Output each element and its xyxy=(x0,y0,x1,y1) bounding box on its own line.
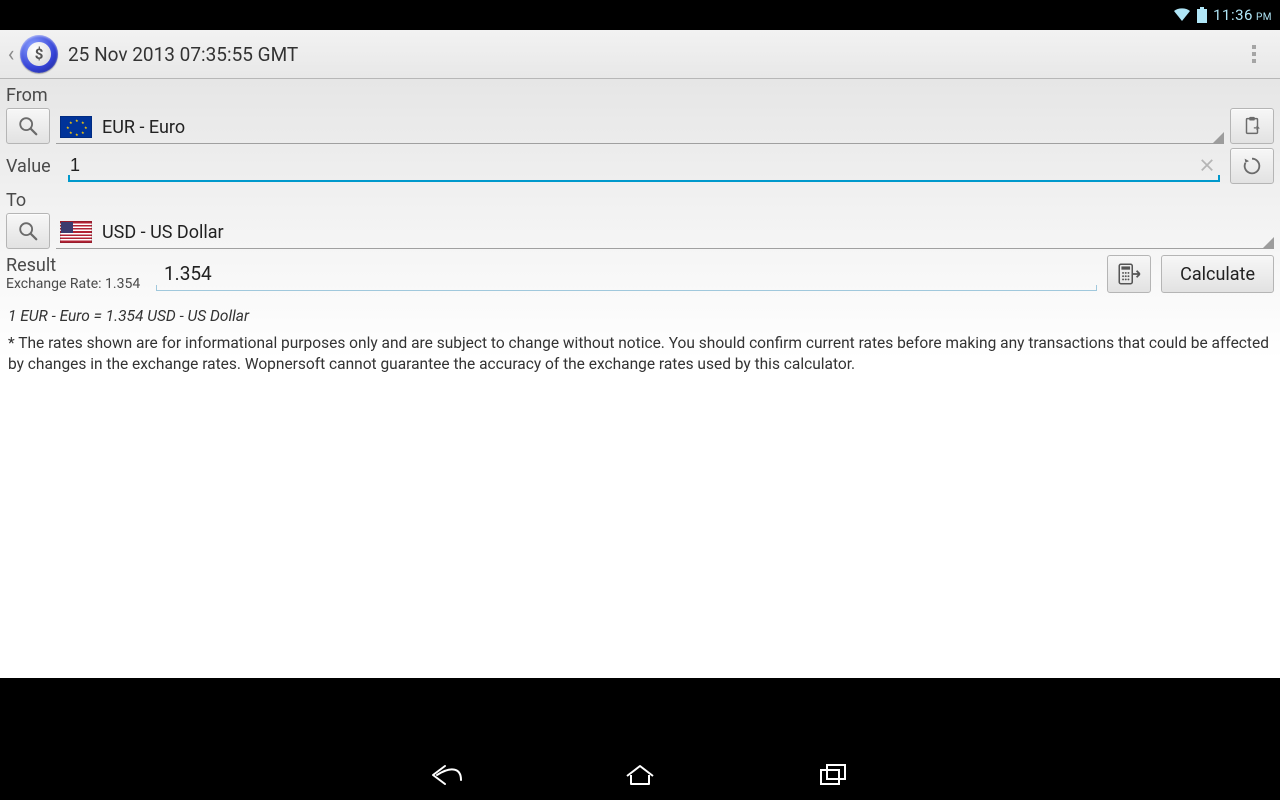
to-currency-spinner[interactable]: USD - US Dollar xyxy=(56,213,1274,249)
copy-button[interactable] xyxy=(1230,108,1274,144)
action-bar: ‹ $ 25 Nov 2013 07:35:55 GMT xyxy=(0,30,1280,79)
app-icon[interactable]: $ xyxy=(20,35,58,73)
calculate-button[interactable]: Calculate xyxy=(1161,255,1274,293)
status-time-value: 11:36 xyxy=(1213,6,1253,24)
search-icon xyxy=(17,220,39,242)
back-button[interactable]: ‹ xyxy=(4,42,18,67)
calculator-icon-button[interactable] xyxy=(1107,255,1151,293)
refresh-icon xyxy=(1241,155,1263,177)
nav-home-button[interactable] xyxy=(613,757,667,793)
exchange-rate-label: Exchange Rate: 1.354 xyxy=(6,276,146,292)
calculate-button-label: Calculate xyxy=(1180,264,1255,285)
swap-button[interactable] xyxy=(1230,148,1274,184)
wifi-icon xyxy=(1173,8,1191,22)
result-label: Result xyxy=(6,255,146,276)
result-value-field: 1.354 xyxy=(156,258,1097,291)
conversion-summary: 1 EUR - Euro = 1.354 USD - US Dollar xyxy=(6,307,1274,325)
from-currency-text: EUR - Euro xyxy=(102,117,185,138)
from-label: From xyxy=(6,83,1274,108)
content-area: From ★★★★★★★★ EUR - Euro Value xyxy=(0,79,1280,678)
close-icon xyxy=(1200,158,1214,172)
android-status-bar: 11:36PM xyxy=(0,0,1280,30)
value-input[interactable] xyxy=(68,151,1220,182)
home-icon xyxy=(623,762,657,788)
dollar-icon: $ xyxy=(27,42,51,66)
result-value: 1.354 xyxy=(156,258,1097,291)
bottom-letterbox xyxy=(0,678,1280,750)
clear-value-button[interactable] xyxy=(1198,156,1216,174)
nav-recent-button[interactable] xyxy=(807,757,861,793)
from-currency-spinner[interactable]: ★★★★★★★★ EUR - Euro xyxy=(56,108,1224,144)
from-search-button[interactable] xyxy=(6,108,50,144)
status-time: 11:36PM xyxy=(1213,6,1272,24)
search-icon xyxy=(17,115,39,137)
value-label: Value xyxy=(6,156,58,177)
battery-icon xyxy=(1197,7,1207,23)
disclaimer-text: * The rates shown are for informational … xyxy=(6,333,1274,375)
action-bar-title: 25 Nov 2013 07:35:55 GMT xyxy=(68,43,298,66)
overflow-menu-button[interactable] xyxy=(1234,30,1274,78)
to-label: To xyxy=(6,188,1274,213)
recent-apps-icon xyxy=(818,763,850,787)
status-time-ampm: PM xyxy=(1256,12,1272,23)
to-search-button[interactable] xyxy=(6,213,50,249)
value-input-wrap xyxy=(68,151,1220,182)
us-flag-icon xyxy=(60,221,92,243)
eu-flag-icon: ★★★★★★★★ xyxy=(60,116,92,138)
nav-back-button[interactable] xyxy=(419,757,473,793)
calculator-icon xyxy=(1116,261,1142,287)
to-currency-text: USD - US Dollar xyxy=(102,222,224,243)
clipboard-icon xyxy=(1241,115,1263,137)
back-icon xyxy=(427,762,465,788)
android-nav-bar xyxy=(0,750,1280,800)
